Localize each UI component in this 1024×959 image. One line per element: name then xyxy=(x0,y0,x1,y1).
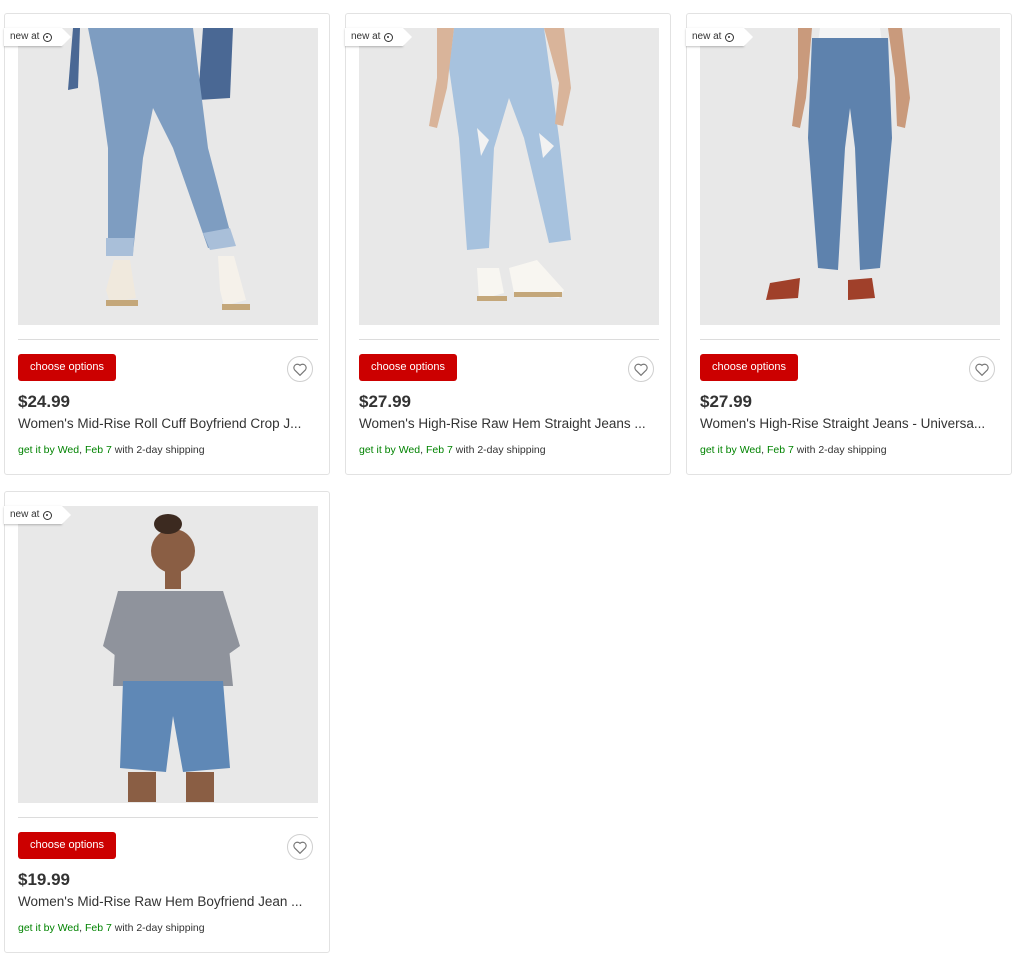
favorite-button[interactable] xyxy=(287,834,313,860)
badge-label: new at xyxy=(351,31,381,42)
heart-icon xyxy=(293,841,307,854)
product-image[interactable] xyxy=(359,28,659,325)
shipping-info: get it by Wed, Feb 7 with 2-day shipping xyxy=(700,444,887,456)
favorite-button[interactable] xyxy=(969,356,995,382)
product-title[interactable]: Women's Mid-Rise Raw Hem Boyfriend Jean … xyxy=(18,894,318,909)
target-bullseye-icon xyxy=(725,32,735,42)
new-at-badge: new at xyxy=(686,28,755,46)
product-card[interactable]: new at choose options $27.99 Women's Hig… xyxy=(345,13,671,475)
product-image[interactable] xyxy=(18,506,318,803)
ship-day: Wed xyxy=(57,444,80,456)
heart-icon xyxy=(975,363,989,376)
ship-date: Feb 7 xyxy=(84,922,112,934)
divider xyxy=(700,339,1000,340)
favorite-button[interactable] xyxy=(287,356,313,382)
badge-label: new at xyxy=(692,31,722,42)
product-title[interactable]: Women's High-Rise Raw Hem Straight Jeans… xyxy=(359,416,659,431)
target-bullseye-icon xyxy=(43,510,53,520)
heart-icon xyxy=(293,363,307,376)
product-card[interactable]: new at choose options $19.99 Women's Mid… xyxy=(4,491,330,953)
ship-day: Wed xyxy=(398,444,421,456)
target-bullseye-icon xyxy=(384,32,394,42)
divider xyxy=(359,339,659,340)
favorite-button[interactable] xyxy=(628,356,654,382)
product-card[interactable]: new at choose options $27.99 Women's Hig… xyxy=(686,13,1012,475)
product-card[interactable]: new at choose options $24.99 Women's Mid… xyxy=(4,13,330,475)
shipping-info: get it by Wed, Feb 7 with 2-day shipping xyxy=(18,444,205,456)
ship-day: Wed xyxy=(739,444,762,456)
product-title[interactable]: Women's High-Rise Straight Jeans - Unive… xyxy=(700,416,1000,431)
ship-date: Feb 7 xyxy=(425,444,453,456)
target-bullseye-icon xyxy=(43,32,53,42)
product-price: $27.99 xyxy=(359,392,411,411)
ship-prefix: get it by xyxy=(700,444,740,456)
ship-suffix: with 2-day shipping xyxy=(793,444,887,456)
choose-options-button[interactable]: choose options xyxy=(359,354,457,381)
choose-options-button[interactable]: choose options xyxy=(700,354,798,381)
ship-suffix: with 2-day shipping xyxy=(111,922,205,934)
ship-suffix: with 2-day shipping xyxy=(452,444,546,456)
product-price: $27.99 xyxy=(700,392,752,411)
ship-day: Wed xyxy=(57,922,80,934)
ship-prefix: get it by xyxy=(18,922,58,934)
choose-options-button[interactable]: choose options xyxy=(18,832,116,859)
new-at-badge: new at xyxy=(4,506,73,524)
badge-label: new at xyxy=(10,509,40,520)
new-at-badge: new at xyxy=(4,28,73,46)
product-image[interactable] xyxy=(18,28,318,325)
product-image[interactable] xyxy=(700,28,1000,325)
ship-suffix: with 2-day shipping xyxy=(111,444,205,456)
divider xyxy=(18,817,318,818)
shipping-info: get it by Wed, Feb 7 with 2-day shipping xyxy=(359,444,546,456)
ship-date: Feb 7 xyxy=(766,444,794,456)
divider xyxy=(18,339,318,340)
product-title[interactable]: Women's Mid-Rise Roll Cuff Boyfriend Cro… xyxy=(18,416,318,431)
shipping-info: get it by Wed, Feb 7 with 2-day shipping xyxy=(18,922,205,934)
product-price: $24.99 xyxy=(18,392,70,411)
badge-label: new at xyxy=(10,31,40,42)
choose-options-button[interactable]: choose options xyxy=(18,354,116,381)
ship-prefix: get it by xyxy=(18,444,58,456)
heart-icon xyxy=(634,363,648,376)
ship-date: Feb 7 xyxy=(84,444,112,456)
new-at-badge: new at xyxy=(345,28,414,46)
product-price: $19.99 xyxy=(18,870,70,889)
ship-prefix: get it by xyxy=(359,444,399,456)
